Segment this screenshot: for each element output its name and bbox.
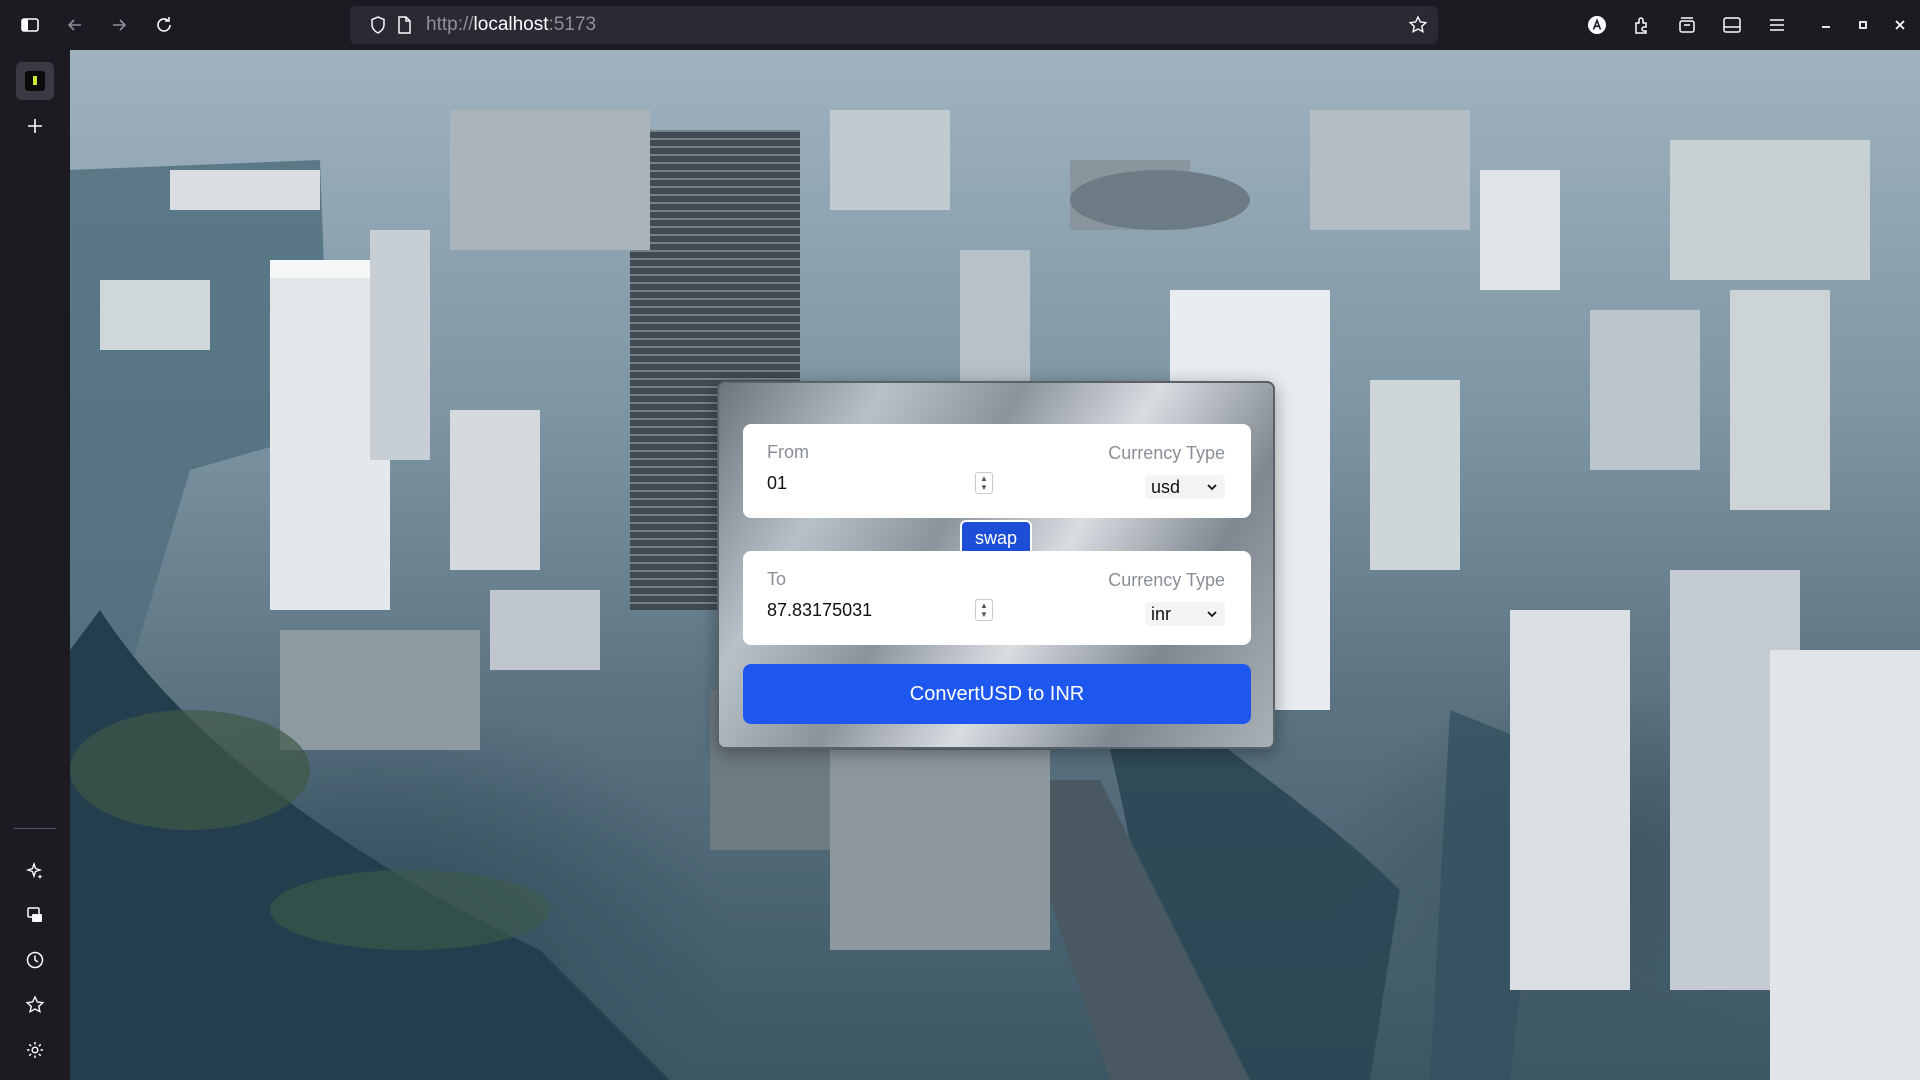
synced-tabs-icon [27,907,42,922]
reload-button[interactable] [146,7,182,43]
app-favicon-icon [25,71,45,91]
sidebar-divider [14,828,56,829]
new-tab-button[interactable] [17,108,53,144]
from-label: From [767,442,809,462]
sidebar-app-tab[interactable] [16,62,54,100]
back-button[interactable] [57,7,93,43]
page-content: From ▲▼ Currency Type usd swap To ▲▼ Cur… [70,50,1920,1080]
sidebar-ai-chatbot[interactable] [17,853,53,889]
forward-arrow-icon [113,19,127,31]
reload-icon [157,17,171,32]
to-amount-input[interactable] [767,597,987,623]
account-button[interactable] [1579,7,1615,43]
from-amount-stepper[interactable]: ▲ ▼ [975,472,993,494]
stepper-up-icon[interactable]: ▲ [980,601,988,610]
browser-sidebar [0,50,70,1080]
stepper-down-icon[interactable]: ▼ [980,483,988,492]
container-button[interactable] [1669,7,1705,43]
bookmark-star-icon[interactable] [1408,15,1428,35]
shield-icon[interactable] [368,15,388,35]
sidebar-settings[interactable] [17,1032,53,1068]
extensions-icon [1635,17,1647,34]
ai-chatbot-icon [25,861,43,880]
account-icon [1588,16,1606,34]
sidebar-synced-tabs[interactable] [17,897,53,933]
currency-converter-card: From ▲▼ Currency Type usd swap To ▲▼ Cur… [717,381,1275,749]
to-currency-type-label: Currency Type [1108,570,1225,590]
to-label: To [767,569,787,589]
container-icon [1679,17,1695,33]
browser-toolbar: http://localhost:5173 [0,0,1920,50]
new-tab-plus-icon [28,119,42,133]
bookmarks-icon [25,995,45,1014]
convert-button[interactable]: ConvertUSD to INR [743,664,1251,724]
page-icon [398,16,411,34]
from-currency-type-label: Currency Type [1108,443,1225,463]
sidebar-bookmarks[interactable] [17,987,53,1023]
chevron-down-icon [1207,611,1217,618]
stepper-up-icon[interactable]: ▲ [980,474,988,483]
to-currency-select[interactable]: inr [1145,602,1225,626]
stepper-down-icon[interactable]: ▼ [980,610,988,619]
close-window-button[interactable] [1882,7,1918,43]
from-currency-select[interactable]: usd [1145,475,1225,499]
url-protocol: http:// [426,14,474,35]
history-icon [26,951,44,969]
forward-button[interactable] [101,7,137,43]
settings-gear-icon [27,1042,43,1058]
to-amount-stepper[interactable]: ▲ ▼ [975,599,993,621]
sidebar-history[interactable] [17,942,53,978]
reader-view-button[interactable] [1714,7,1750,43]
menu-icon [1770,19,1784,31]
extensions-button[interactable] [1624,7,1660,43]
menu-button[interactable] [1759,7,1795,43]
from-currency-value: usd [1151,477,1181,497]
maximize-button[interactable] [1845,7,1881,43]
from-amount-input[interactable] [767,470,987,496]
sidebar-toggle-button[interactable] [12,7,48,43]
url-text[interactable]: http://localhost:5173 [426,6,596,44]
from-box: From ▲▼ Currency Type usd [743,424,1251,518]
url-bar[interactable]: http://localhost:5173 [350,6,1438,44]
reader-view-icon [1723,17,1741,33]
close-icon [1895,20,1905,30]
to-currency-value: inr [1151,604,1172,624]
back-arrow-icon [67,19,81,31]
minimize-icon [1822,26,1830,28]
url-port: :5173 [548,14,597,35]
sidebar-toggle-icon [21,18,39,32]
to-box: To ▲▼ Currency Type inr [743,551,1251,645]
chevron-down-icon [1207,484,1217,491]
url-host: localhost [473,14,549,35]
minimize-button[interactable] [1808,7,1844,43]
maximize-icon [1859,21,1867,29]
